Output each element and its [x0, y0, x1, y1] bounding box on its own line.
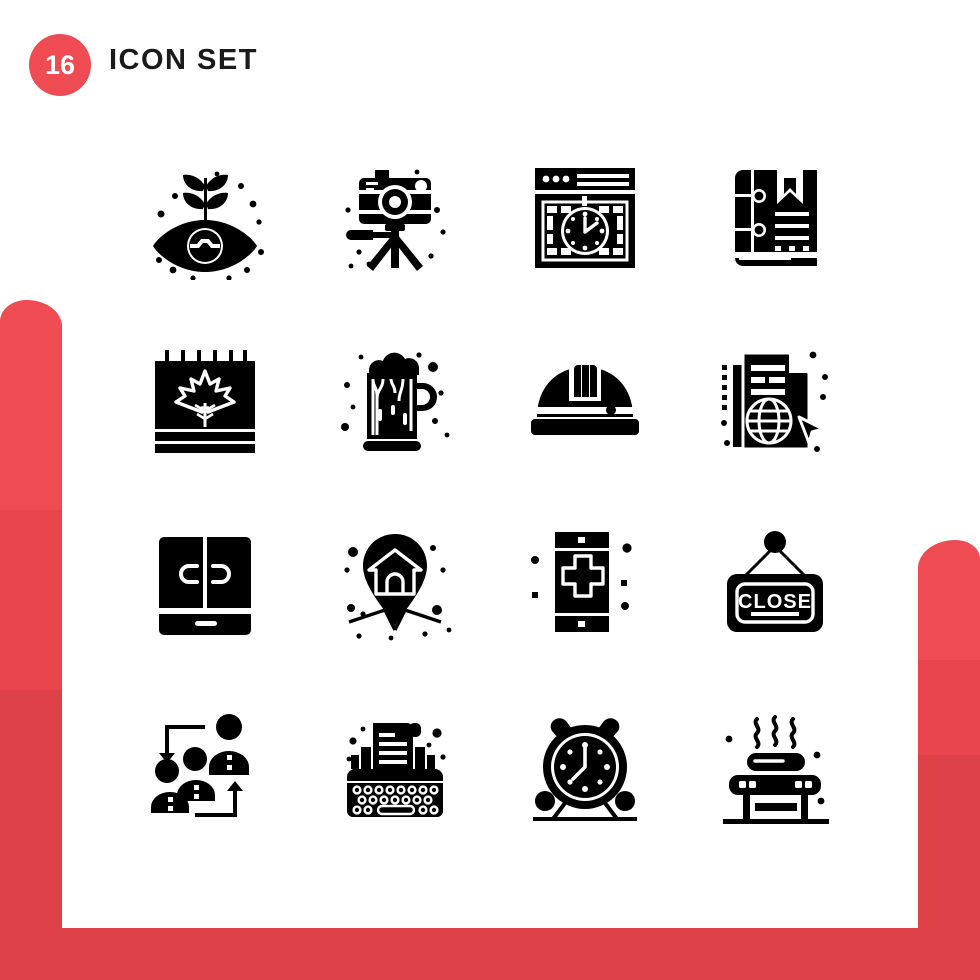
header: 16 ICON SET — [29, 0, 918, 120]
decorative-bar-bottom — [0, 928, 980, 980]
icon-cell-close-sign[interactable]: CLOSE — [680, 492, 870, 675]
bbq-grill-icon — [723, 714, 829, 824]
icon-cell-typewriter[interactable] — [300, 675, 490, 858]
eye-plant-icon — [153, 171, 264, 280]
map-pin-house-icon — [344, 533, 452, 640]
icon-cell-hard-hat[interactable] — [490, 309, 680, 492]
icon-cell-calendar-maple-leaf[interactable] — [110, 309, 300, 492]
decorative-band-low-left — [0, 690, 62, 980]
icon-cell-document-globe[interactable] — [680, 309, 870, 492]
icon-cell-book-bookmark[interactable] — [680, 126, 870, 309]
icon-cell-mobile-medical[interactable] — [490, 492, 680, 675]
icon-cell-eye-plant[interactable] — [110, 126, 300, 309]
decorative-band-mid-left — [0, 510, 62, 690]
icon-cell-map-pin-house[interactable] — [300, 492, 490, 675]
wardrobe-icon — [159, 536, 251, 635]
count-badge-label: 16 — [44, 49, 76, 80]
browser-clock-icon — [535, 167, 635, 268]
icon-cell-alarm-clock[interactable] — [490, 675, 680, 858]
page-title: ICON SET — [109, 44, 258, 76]
icon-cell-team-hierarchy[interactable] — [110, 675, 300, 858]
decorative-band-low-right — [918, 755, 980, 980]
count-badge: 16 — [29, 34, 91, 96]
content-card: 16 ICON SET CLOSE — [29, 0, 918, 928]
close-sign-label: CLOSE — [738, 591, 812, 613]
icon-cell-camera-tripod[interactable] — [300, 126, 490, 309]
book-bookmark-icon — [735, 169, 817, 266]
decorative-shape-left — [0, 300, 62, 980]
icon-cell-beer-mug[interactable] — [300, 309, 490, 492]
beer-mug-icon — [341, 351, 450, 451]
calendar-maple-leaf-icon — [155, 349, 255, 453]
alarm-clock-icon — [533, 717, 637, 821]
icon-grid: CLOSE — [110, 126, 870, 858]
team-hierarchy-icon — [151, 713, 249, 817]
icon-cell-bbq-grill[interactable] — [680, 675, 870, 858]
icon-cell-wardrobe[interactable] — [110, 492, 300, 675]
decorative-band-mid-right — [918, 660, 980, 755]
icon-set-canvas: 16 ICON SET CLOSE — [0, 0, 980, 980]
hard-hat-icon — [531, 361, 639, 435]
camera-tripod-icon — [345, 169, 446, 271]
close-sign-icon: CLOSE — [727, 530, 823, 632]
document-globe-icon — [721, 351, 828, 452]
icon-cell-browser-clock[interactable] — [490, 126, 680, 309]
typewriter-icon — [346, 722, 446, 817]
mobile-medical-icon — [531, 531, 632, 632]
decorative-shape-right — [918, 540, 980, 980]
